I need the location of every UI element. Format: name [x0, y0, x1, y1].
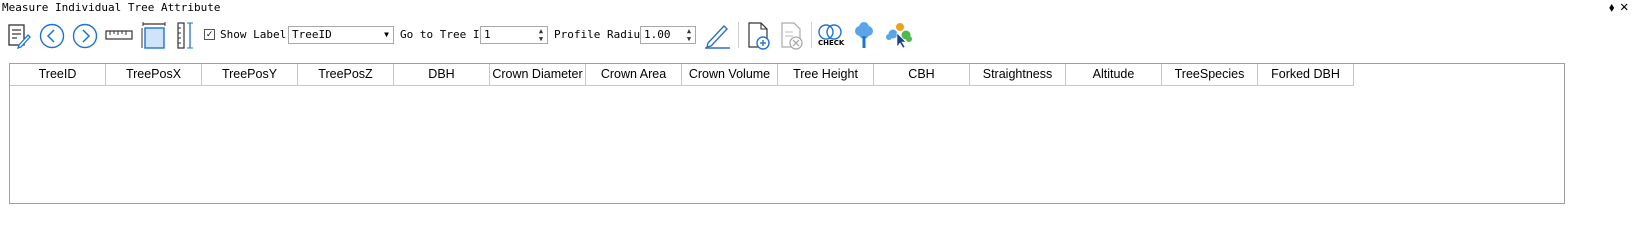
column-header[interactable]: TreePosY [202, 64, 298, 86]
window-title: Measure Individual Tree Attribute [2, 1, 221, 14]
delete-document-icon[interactable] [779, 21, 805, 51]
tree-species-icon[interactable] [884, 21, 912, 51]
chevron-left-circle-icon[interactable] [39, 23, 65, 49]
attribute-table[interactable]: TreeID TreePosX TreePosY TreePosZ DBH Cr… [9, 63, 1565, 204]
column-header[interactable]: TreePosX [106, 64, 202, 86]
column-header[interactable]: TreePosZ [298, 64, 394, 86]
column-header[interactable]: Forked DBH [1258, 64, 1354, 86]
toolbar-divider [811, 22, 812, 48]
profile-radius-label: Profile Radius: [554, 28, 654, 41]
edit-document-icon[interactable] [6, 23, 32, 49]
show-label-select[interactable]: TreeID ▼ [288, 26, 394, 44]
goto-tree-value: 1 [484, 28, 491, 41]
column-header[interactable]: TreeSpecies [1162, 64, 1258, 86]
pin-icon[interactable]: ⬧ [1609, 0, 1614, 14]
close-icon[interactable]: ✕ [1620, 0, 1628, 15]
pencil-icon[interactable] [703, 22, 731, 50]
profile-radius-value: 1.00 [644, 28, 671, 41]
chevron-right-circle-icon[interactable] [72, 23, 98, 49]
vertical-ruler-icon[interactable] [176, 21, 196, 51]
show-label-checkbox[interactable]: ✓ [204, 29, 215, 40]
column-header[interactable]: Straightness [970, 64, 1066, 86]
column-header[interactable]: Tree Height [778, 64, 874, 86]
goto-tree-input[interactable]: 1 ▲ ▼ [480, 26, 548, 44]
add-document-icon[interactable] [746, 21, 772, 51]
column-header[interactable]: TreeID [10, 64, 106, 86]
column-header[interactable]: Crown Area [586, 64, 682, 86]
ruler-icon[interactable] [105, 28, 133, 42]
chevron-down-icon: ▼ [384, 30, 389, 39]
column-header[interactable]: Altitude [1066, 64, 1162, 86]
tree-icon[interactable] [851, 21, 877, 51]
column-header[interactable]: Crown Volume [682, 64, 778, 86]
title-bar: Measure Individual Tree Attribute ⬧ ✕ [0, 0, 1634, 16]
toolbar: ✓ Show Label: TreeID ▼ Go to Tree ID: 1 … [0, 18, 1634, 52]
show-label-text: Show Label: [220, 28, 293, 41]
column-header[interactable]: CBH [874, 64, 970, 86]
table-header: TreeID TreePosX TreePosY TreePosZ DBH Cr… [10, 64, 1354, 86]
check-label: CHECK [818, 39, 845, 47]
column-header[interactable]: Crown Diameter [490, 64, 586, 86]
goto-tree-spinner[interactable]: ▲ ▼ [535, 27, 547, 43]
goto-tree-label: Go to Tree ID: [400, 28, 493, 41]
profile-radius-input[interactable]: 1.00 ▲ ▼ [640, 26, 696, 44]
toolbar-divider [738, 22, 739, 48]
profile-radius-spinner[interactable]: ▲ ▼ [683, 27, 695, 43]
measure-box-icon[interactable] [140, 21, 168, 51]
column-header[interactable]: DBH [394, 64, 490, 86]
show-label-select-value: TreeID [292, 28, 332, 41]
